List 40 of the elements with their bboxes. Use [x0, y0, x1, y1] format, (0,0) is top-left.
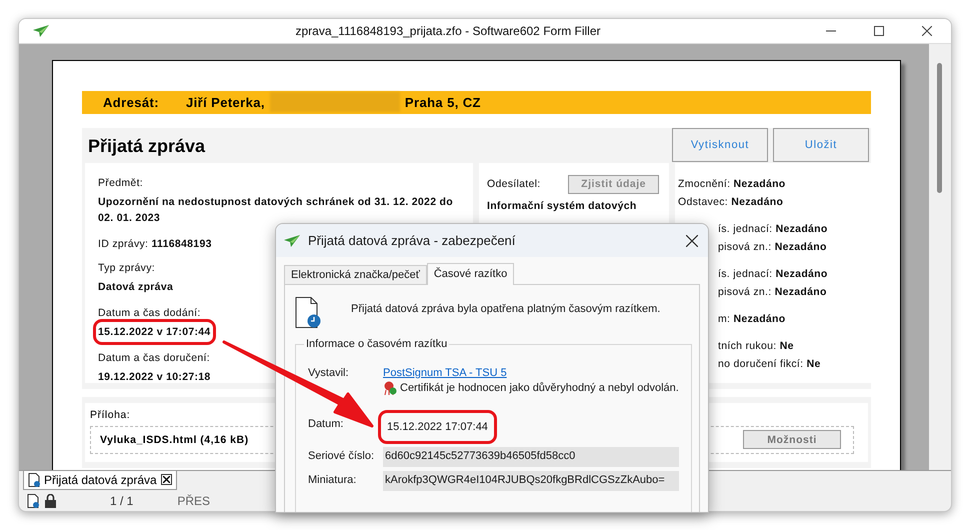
- field-label: Typ zprávy:: [98, 262, 155, 274]
- field-text: pisová zn.: Nezadáno: [718, 240, 827, 255]
- panel-title: Přijatá zpráva: [88, 136, 206, 157]
- field-value: Upozornění na nedostupnost datových schránek od 31. 12. 2022 do 02. 01. 2023: [98, 194, 454, 226]
- dialog-message: Přijatá datová zpráva byla opatřena platným časovým razítkem.: [351, 303, 660, 315]
- attachment-label: Příloha:: [90, 408, 130, 421]
- attachment-file: Vyluka_ISDS.html (4,16 kB): [100, 434, 249, 446]
- field-text: m: Nezadáno: [718, 312, 786, 327]
- field-label: Datum a čas doručení:: [98, 352, 210, 364]
- field-text: tních rukou: Ne: [718, 338, 794, 354]
- field-text: ID zprávy: 1116848193: [98, 238, 212, 250]
- input-mode: PŘES: [177, 494, 210, 508]
- field-label: Datum a čas dodání:: [98, 306, 201, 319]
- window-title: zprava_1116848193_prijata.zfo - Software602 Form Filler: [294, 24, 602, 38]
- readonly-field: kArokfp3QWGR4eI104RJUBQs20fkgBRdlCGSzZkAubo=: [383, 471, 679, 491]
- field-value: Datová zpráva: [98, 280, 174, 295]
- field-label: Seriové číslo:: [308, 449, 376, 462]
- field-text: ís. jednací: Nezadáno: [718, 222, 828, 237]
- field-text: ís. jednací: Nezadáno: [718, 266, 828, 282]
- page-counter: 1 / 1: [110, 494, 134, 508]
- field-text: Zmocnění: Nezadáno: [678, 176, 786, 192]
- field-label: Miniatura:: [308, 473, 358, 486]
- field-label: Datum:: [308, 417, 344, 430]
- field-value: 19.12.2022 v 10:27:18: [98, 370, 211, 385]
- field-label: Předmět:: [98, 176, 143, 189]
- addressee-name: Jiří Peterka,: [186, 94, 265, 110]
- field-label: Vystavil:: [308, 366, 350, 379]
- sender-label: Odesílatel:: [487, 178, 540, 190]
- certificate-note: Certifikát je hodnocen jako důvěryhodný a nebyl odvolán.: [400, 382, 679, 394]
- addressee-city: Praha 5, CZ: [404, 94, 481, 110]
- field-value: 15.12.2022 v 17:07:44: [98, 324, 211, 340]
- field-text: Odstavec: Nezadáno: [678, 194, 784, 210]
- readonly-field: 6d60c92145c52773639b46505fd58cc0: [383, 447, 679, 467]
- addressee-label: Adresát:: [103, 94, 160, 110]
- field-text: no doručení fikcí: Ne: [718, 356, 821, 372]
- sender-value: Informační systém datových: [487, 198, 637, 214]
- dialog-title: Přijatá datová zpráva - zabezpečení: [308, 233, 516, 248]
- field-text: pisová zn.: Nezadáno: [718, 284, 827, 300]
- group-title: Informace o časovém razítku: [305, 338, 448, 350]
- field-value: 15.12.2022 17:07:44: [386, 420, 489, 435]
